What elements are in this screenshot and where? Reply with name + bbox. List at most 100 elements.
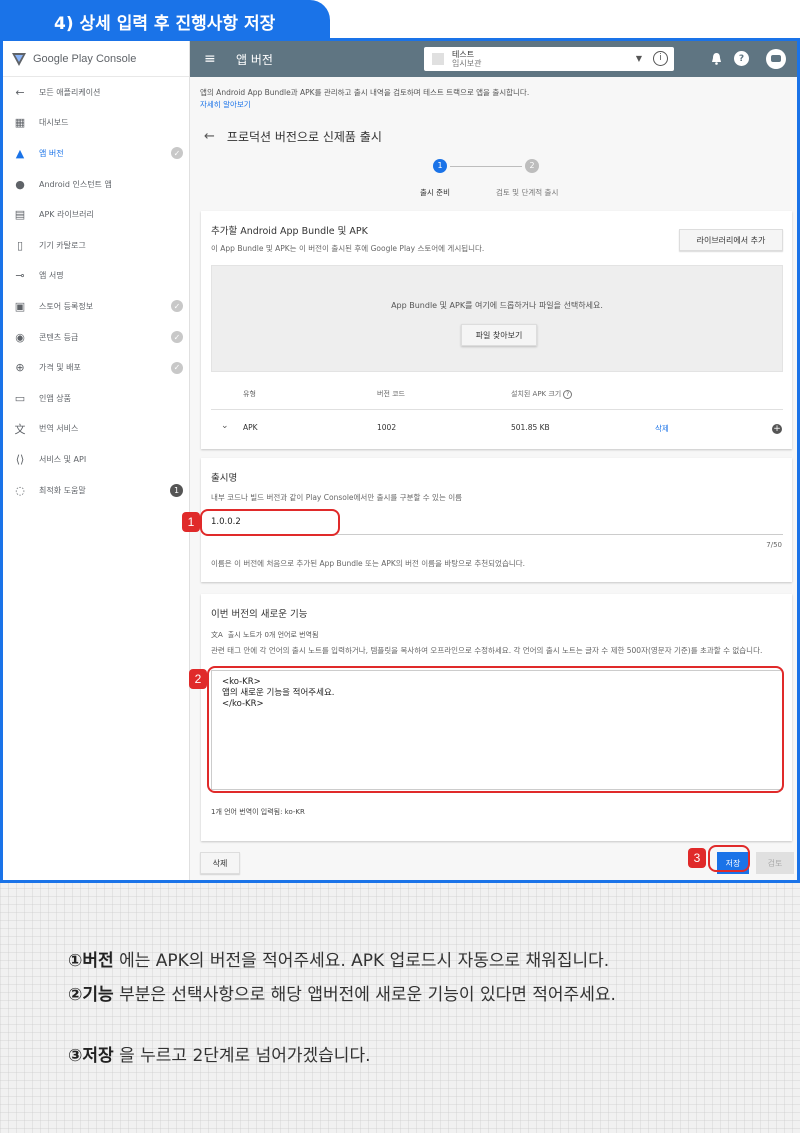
stepper-line	[450, 166, 522, 167]
app-name: 테스트	[452, 50, 475, 59]
sidebar-item-label: 앱 서명	[39, 271, 64, 281]
page-title: 프로덕션 버전으로 신제품 출시	[226, 130, 382, 144]
learn-more-link[interactable]: 자세히 알아보기	[200, 99, 251, 110]
app-selector[interactable]: 테스트 임시보관 ▼ i	[424, 47, 674, 71]
sidebar: Google Play Console ← 모든 애플리케이션 ▦ 대시보드 ▲ 앱 버전…	[3, 41, 190, 880]
sidebar-item-1[interactable]: ▦ 대시보드	[3, 108, 189, 139]
annotation-number-2: 2	[189, 669, 207, 689]
sidebar-item-label: 인앱 상품	[39, 393, 71, 403]
bundle-card-title: 추가할 Android App Bundle 및 APK	[211, 226, 368, 237]
release-name-hint: 이름은 이 버전에 처음으로 추가된 App Bundle 또는 APK의 버전…	[211, 559, 526, 568]
sidebar-item-label: 모든 애플리케이션	[39, 87, 101, 97]
discard-button[interactable]: 삭제	[200, 852, 240, 874]
step-banner: 4) 상세 입력 후 진행사항 저장	[0, 0, 330, 38]
avatar[interactable]	[766, 49, 786, 69]
check-circle-icon: ✓	[171, 300, 183, 313]
sidebar-item-11[interactable]: 文 번역 서비스	[3, 414, 189, 445]
sidebar-item-9[interactable]: ⊕ 가격 및 배포 ✓	[3, 352, 189, 383]
release-name-subtitle: 내부 코드나 빌드 버전과 같이 Play Console에서만 출시를 구분할…	[211, 493, 463, 502]
sidebar-item-4[interactable]: ▤ APK 라이브러리	[3, 199, 189, 230]
check-circle-icon: ✓	[171, 331, 183, 344]
card-icon: ▭	[14, 391, 26, 405]
help-icon: ?	[563, 390, 573, 399]
back-arrow-icon[interactable]: ←	[204, 129, 215, 144]
rocket-icon: ▲	[15, 146, 25, 160]
sidebar-item-6[interactable]: ⊸ 앱 서명	[3, 261, 189, 292]
release-name-title: 출시명	[211, 473, 238, 484]
rating-icon: ◉	[15, 330, 25, 344]
brand-name: Google Play Console	[33, 52, 137, 65]
sidebar-item-label: 서비스 및 API	[39, 454, 87, 464]
help-icon[interactable]: ?	[734, 51, 749, 66]
menu-icon[interactable]: ≡	[204, 51, 220, 67]
sidebar-item-2[interactable]: ▲ 앱 버전 ✓	[3, 138, 189, 169]
annotation-number-1: 1	[182, 512, 200, 532]
check-circle-icon: ✓	[171, 147, 183, 160]
apk-delete-link[interactable]: 삭제	[655, 423, 669, 434]
language-count: 1개 언어 번역이 입력됨: ko-KR	[211, 808, 305, 816]
sidebar-item-7[interactable]: ▣ 스토어 등록정보 ✓	[3, 291, 189, 322]
globe-icon: ⊕	[15, 361, 25, 375]
sidebar-item-label: 대시보드	[39, 118, 69, 128]
apk-size-cell: 501.85 KB	[511, 423, 550, 432]
sidebar-item-5[interactable]: ▯ 기기 카탈로그	[3, 230, 189, 261]
sidebar-item-label: 스토어 등록정보	[39, 301, 94, 311]
bundle-card-subtitle: 이 App Bundle 및 APK는 이 버전이 출시된 후에 Google …	[211, 244, 485, 253]
add-from-library-button[interactable]: 라이브러리에서 추가	[679, 229, 783, 251]
sidebar-item-label: 콘텐츠 등급	[39, 332, 79, 342]
add-circle-icon[interactable]: +	[772, 424, 782, 434]
column-version-code: 버전 코드	[377, 390, 405, 398]
expand-chevron-icon[interactable]: ⌄	[221, 421, 229, 431]
app-status: 임시보관	[452, 59, 482, 68]
instruction-line-3: ③저장 을 누르고 2단계로 넘어가겠습니다.	[68, 1046, 371, 1066]
browse-files-button[interactable]: 파일 찾아보기	[461, 324, 537, 346]
info-icon[interactable]: i	[653, 51, 668, 66]
whats-new-title: 이번 버전의 새로운 기능	[211, 609, 308, 620]
api-icon: ⟨⟩	[15, 452, 25, 466]
review-button[interactable]: 검토	[756, 852, 794, 874]
page-description: 앱의 Android App Bundle과 APK를 관리하고 출시 내역을 …	[200, 88, 530, 97]
column-apk-size: 설치된 APK 크기?	[511, 389, 573, 399]
key-icon: ⊸	[15, 269, 25, 283]
whats-new-instructions: 관련 태그 안에 각 언어의 출시 노트를 입력하거나, 템플릿을 복사하여 오…	[211, 646, 763, 655]
dashboard-icon: ▦	[14, 116, 26, 130]
bolt-icon: ●	[15, 177, 25, 191]
annotation-number-3: 3	[688, 848, 706, 868]
play-console-icon	[12, 52, 26, 66]
sidebar-item-0[interactable]: ← 모든 애플리케이션	[3, 77, 189, 108]
bell-icon[interactable]	[708, 51, 724, 67]
instruction-line-1: ①버전 에는 APK의 버전을 적어주세요. APK 업로드시 자동으로 채워집…	[68, 951, 610, 971]
sidebar-item-label: 앱 버전	[39, 148, 64, 158]
stepper: 1 2	[430, 159, 550, 173]
column-type: 유형	[243, 390, 256, 398]
page-section-title: 앱 버전	[236, 52, 273, 67]
annotation-box-2	[207, 666, 784, 793]
annotation-box-3	[708, 845, 750, 872]
bundle-card: 추가할 Android App Bundle 및 APK 이 App Bundl…	[201, 211, 792, 449]
count-badge: 1	[170, 483, 183, 497]
library-icon: ▤	[14, 208, 26, 222]
sidebar-item-label: 최적화 도움말	[39, 485, 86, 495]
sidebar-item-label: Android 인스턴트 앱	[39, 179, 112, 189]
sidebar-item-12[interactable]: ⟨⟩ 서비스 및 API	[3, 444, 189, 475]
sidebar-item-label: 가격 및 배포	[39, 363, 81, 373]
back-arrow-icon: ←	[15, 85, 25, 99]
upload-dropzone[interactable]: App Bundle 및 APK를 여기에 드롭하거나 파일을 선택하세요. 파…	[211, 265, 783, 372]
sidebar-item-13[interactable]: ◌ 최적화 도움말 1	[3, 475, 189, 506]
step-1-dot: 1	[433, 159, 447, 173]
sidebar-item-10[interactable]: ▭ 인앱 상품	[3, 383, 189, 414]
check-circle-icon: ✓	[171, 361, 183, 374]
chevron-down-icon[interactable]: ▼	[636, 54, 642, 63]
annotation-box-1	[200, 509, 340, 536]
device-icon: ▯	[16, 238, 24, 252]
sidebar-item-label: 기기 카탈로그	[39, 240, 86, 250]
sidebar-item-3[interactable]: ● Android 인스턴트 앱	[3, 169, 189, 200]
page-heading: ← 프로덕션 버전으로 신제품 출시	[204, 128, 382, 145]
apk-type-cell: APK	[243, 423, 258, 432]
sidebar-nav: ← 모든 애플리케이션 ▦ 대시보드 ▲ 앱 버전 ✓ ● Android 인스턴트 앱 ▤ APK…	[3, 77, 189, 505]
translation-status: 文A 출시 노트가 0개 언어로 번역됨	[211, 631, 319, 639]
sidebar-item-8[interactable]: ◉ 콘텐츠 등급 ✓	[3, 322, 189, 353]
translate-icon: 文A	[211, 631, 223, 639]
step-2-dot: 2	[525, 159, 539, 173]
apk-version-cell: 1002	[377, 423, 397, 432]
